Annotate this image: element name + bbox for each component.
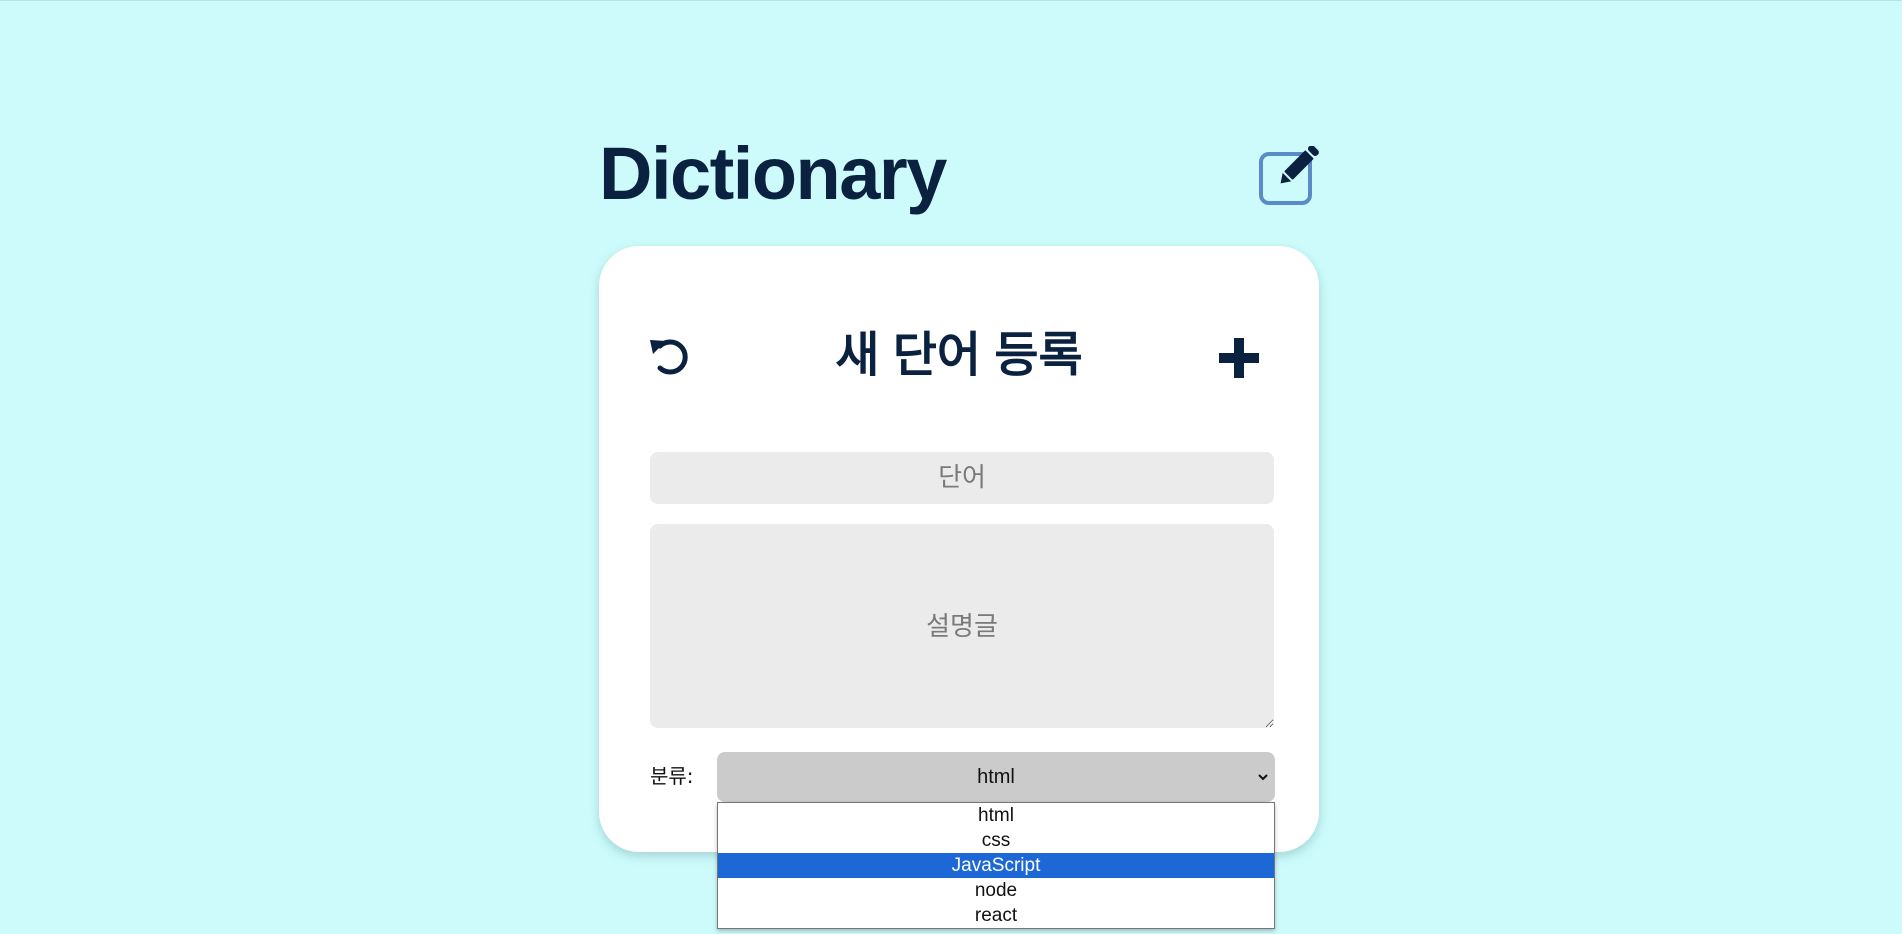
plus-icon [1219, 338, 1259, 378]
dropdown-option-react[interactable]: react [718, 903, 1274, 928]
category-dropdown: html css JavaScript node react [717, 802, 1275, 929]
description-textarea[interactable] [650, 524, 1274, 728]
reset-button[interactable] [646, 332, 694, 380]
new-word-card: 새 단어 등록 분류: html [599, 246, 1319, 852]
edit-square-icon [1259, 145, 1319, 205]
app-title: Dictionary [599, 132, 947, 215]
dropdown-option-css[interactable]: css [718, 828, 1274, 853]
dropdown-option-javascript[interactable]: JavaScript [718, 853, 1274, 878]
chevron-down-icon [1258, 774, 1268, 781]
edit-button[interactable] [1258, 145, 1320, 208]
top-border [0, 0, 1902, 1]
undo-icon [650, 339, 688, 375]
card-title: 새 단어 등록 [835, 329, 1083, 382]
category-selected-value: html [977, 766, 1015, 788]
category-select[interactable]: html [717, 752, 1275, 802]
dropdown-option-node[interactable]: node [718, 878, 1274, 903]
category-label: 분류: [650, 764, 694, 788]
word-input[interactable] [650, 452, 1274, 504]
dropdown-option-html[interactable]: html [718, 803, 1274, 828]
add-word-button[interactable] [1217, 336, 1261, 380]
